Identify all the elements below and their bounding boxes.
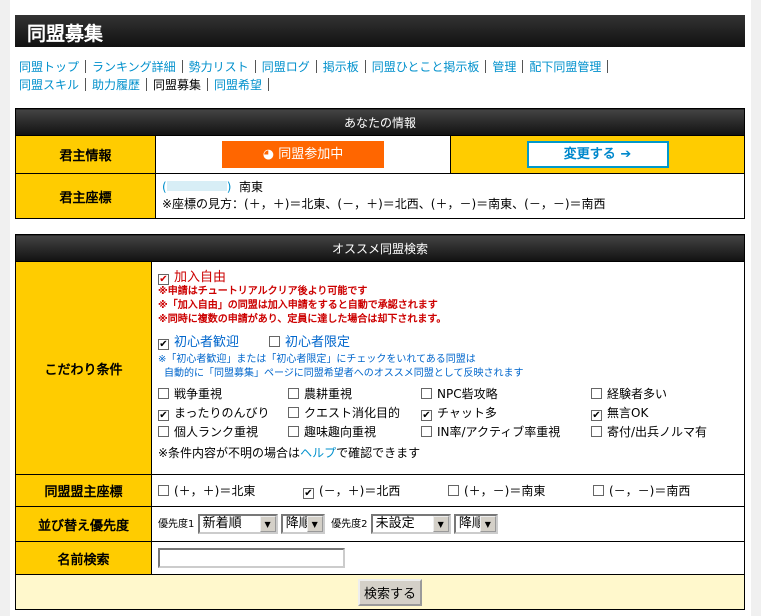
nav-separator [254, 60, 256, 73]
priority1-select[interactable]: 新着順 ▼ [197, 514, 278, 534]
arrow-right-icon: ➔ [620, 147, 632, 162]
option-checkbox[interactable]: クエスト消化目的 [288, 404, 421, 421]
nav-separator [207, 78, 209, 91]
sort-label: 並び替え優先度 [15, 506, 152, 542]
nav-links: 同盟トップ ランキング詳細 勢力リスト 同盟ログ 掲示板 同盟ひとこと掲示板 管理 配下同盟管… [19, 58, 749, 94]
coord-checkbox[interactable]: (－，－)＝南西 [593, 482, 738, 499]
coord-checkbox[interactable]: ✔ (－，＋)＝北西 [303, 482, 448, 499]
option-checkbox[interactable]: ✔ まったりのんびり [158, 404, 288, 421]
conditions-label: こだわり条件 [15, 261, 152, 475]
name-search-label: 名前検索 [15, 541, 152, 575]
nav-link[interactable]: 配下同盟管理 [529, 60, 601, 74]
nav-link[interactable]: 助力履歴 [92, 78, 140, 92]
nav-link[interactable]: 同盟希望 [214, 78, 262, 92]
coord-help: ※座標の見方：(＋，＋)＝北東、(－，＋)＝北西、(＋，－)＝南東、(－，－)＝… [162, 197, 606, 211]
nav-link[interactable]: 同盟トップ [19, 60, 79, 74]
option-checkbox[interactable]: 戦争重視 [158, 385, 288, 402]
option-checkbox[interactable]: 農耕重視 [288, 385, 421, 402]
name-search-input[interactable] [158, 548, 345, 568]
lord-coord-label: 君主座標 [15, 173, 156, 219]
nav-separator [85, 60, 87, 73]
nav-separator [607, 60, 609, 73]
recommended-search-table: オススメ同盟検索 こだわり条件 ✔ 加入自由 ※申請はチュートリアルクリア後より可… [15, 234, 745, 610]
option-checkbox[interactable]: NPC砦攻略 [421, 385, 591, 402]
nav-separator [485, 60, 487, 73]
nav-separator [146, 78, 148, 91]
option-checkbox[interactable]: ✔ チャット多 [421, 404, 591, 421]
change-button[interactable]: 変更する ➔ [526, 141, 669, 168]
section-header: オススメ同盟検索 [15, 234, 745, 262]
priority1-order-select[interactable]: 降順 ▼ [280, 514, 325, 534]
nav-link[interactable]: 同盟ひとこと掲示板 [372, 60, 480, 74]
beginner-only-checkbox[interactable]: 初心者限定 [269, 335, 350, 350]
nav-link[interactable]: 掲示板 [323, 60, 359, 74]
option-checkbox[interactable]: 趣味趣向重視 [288, 423, 421, 440]
coord-direction: 南東 [239, 180, 264, 194]
nav-link[interactable]: 同盟スキル [19, 78, 79, 92]
note-line: ※同時に複数の申請があり、定員に達した場合は却下されます。 [158, 314, 447, 325]
nav-separator [268, 78, 270, 91]
beginner-welcome-checkbox[interactable]: ✔ 初心者歓迎 [158, 335, 239, 350]
priority2-select[interactable]: 未設定 ▼ [370, 514, 451, 534]
nav-separator [181, 60, 183, 73]
option-checkbox[interactable]: 経験者多い [591, 385, 721, 402]
note-line: ※申請はチュートリアルクリア後より可能です [158, 286, 368, 297]
lord-info-label: 君主情報 [15, 135, 156, 174]
nav-separator [315, 60, 317, 73]
join-status-badge: ◕ 同盟参加中 [222, 141, 384, 168]
note-line: ※「加入自由」の同盟は加入申請をすると自動で承認されます [158, 300, 438, 311]
nav-link[interactable]: 勢力リスト [189, 60, 249, 74]
note-line: 自動的に「同盟募集」ページに同盟希望者へのオススメ同盟として反映されます [164, 368, 524, 379]
priority2-order-select[interactable]: 降順 ▼ [453, 514, 498, 534]
note-line: ※「初心者歓迎」または「初心者限定」にチェックをいれてある同盟は [158, 354, 476, 365]
leader-coord-label: 同盟盟主座標 [15, 474, 152, 507]
option-checkbox[interactable]: ✔ 無言OK [591, 404, 721, 421]
page-title: 同盟募集 [15, 15, 745, 47]
nav-link[interactable]: 同盟ログ [262, 60, 310, 74]
option-checkbox[interactable]: 寄付/出兵ノルマ有 [591, 423, 721, 440]
nav-separator [85, 78, 87, 91]
nav-link[interactable]: ランキング詳細 [92, 60, 176, 74]
option-checkbox[interactable]: 個人ランク重視 [158, 423, 288, 440]
option-checkbox[interactable]: IN率/アクティブ率重視 [421, 423, 591, 440]
your-info-table: あなたの情報 君主情報 ◕ 同盟参加中 変更する ➔ 君主座標 () 南東 ※座標… [15, 108, 745, 219]
coord-checkbox[interactable]: (＋，＋)＝北東 [158, 482, 303, 499]
search-button[interactable]: 検索する [357, 578, 422, 606]
nav-link: 同盟募集 [153, 78, 202, 92]
nav-separator [522, 60, 524, 73]
flag-icon: ◕ [262, 147, 279, 162]
help-link[interactable]: ヘルプ [300, 446, 336, 460]
section-header: あなたの情報 [15, 108, 745, 136]
coord-checkbox[interactable]: (＋，－)＝南東 [448, 482, 593, 499]
nav-link[interactable]: 管理 [492, 60, 516, 74]
nav-separator [364, 60, 366, 73]
coord-value: () [162, 180, 232, 194]
free-join-checkbox[interactable]: ✔ 加入自由 [158, 266, 738, 285]
